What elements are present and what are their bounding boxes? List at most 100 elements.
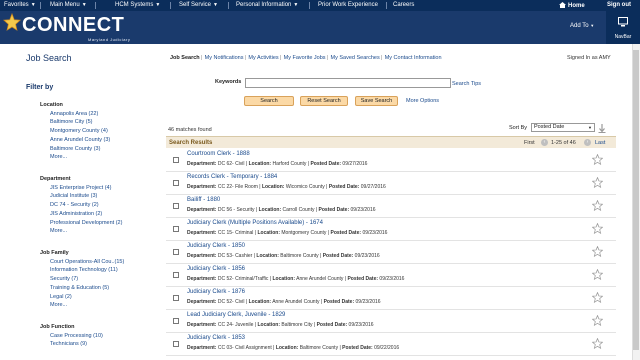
reset-search-button[interactable]: Reset Search bbox=[300, 96, 348, 106]
more-options-link[interactable]: More Options bbox=[406, 98, 439, 104]
favorite-star-icon[interactable] bbox=[592, 177, 603, 188]
breadcrumb-personal-information[interactable]: Personal Information ▼ bbox=[236, 2, 298, 8]
sort-icon[interactable] bbox=[598, 124, 606, 133]
navbar-button[interactable]: NavBar bbox=[606, 11, 640, 44]
favorite-star-icon[interactable] bbox=[592, 269, 603, 280]
facet-option[interactable]: Security (7) bbox=[40, 275, 124, 284]
facet-option[interactable]: Court Operations-All Cou..(15) bbox=[40, 258, 124, 267]
favorite-star-icon[interactable] bbox=[592, 223, 603, 234]
subnav-my-contact-information[interactable]: My Contact Information bbox=[385, 55, 442, 61]
facet-option[interactable]: Legal (2) bbox=[40, 293, 124, 302]
facet-more-link[interactable]: More... bbox=[40, 153, 110, 162]
favorite-star-icon[interactable] bbox=[592, 200, 603, 211]
result-checkbox[interactable] bbox=[173, 203, 179, 209]
facet-option[interactable]: JIS Administration (2) bbox=[40, 210, 122, 219]
filter-title: Filter by bbox=[26, 84, 54, 91]
job-title-link[interactable]: Judiciary Clerk - 1856 bbox=[187, 266, 245, 272]
facet-option[interactable]: Judicial Institute (3) bbox=[40, 192, 122, 201]
job-title-link[interactable]: Records Clerk - Temporary - 1884 bbox=[187, 174, 277, 180]
subnav-job-search[interactable]: Job Search bbox=[170, 55, 200, 61]
result-checkbox[interactable] bbox=[173, 157, 179, 163]
subnav-my-notifications[interactable]: My Notifications bbox=[205, 55, 244, 61]
department-value: DC 56 - Security bbox=[217, 207, 255, 213]
favorite-star-icon[interactable] bbox=[592, 246, 603, 257]
favorite-star-icon[interactable] bbox=[592, 338, 603, 349]
home-link[interactable]: Home bbox=[559, 2, 585, 9]
facet-option[interactable]: Professional Development (2) bbox=[40, 219, 122, 228]
result-checkbox[interactable] bbox=[173, 318, 179, 324]
app-logo: CONNECT bbox=[22, 14, 125, 36]
main-menu[interactable]: Main Menu ▼ bbox=[50, 2, 87, 8]
posted-date-value: 09/23/2016 bbox=[379, 276, 405, 282]
facet-job-family: Job Family Court Operations-All Cou..(15… bbox=[40, 250, 124, 310]
breadcrumb-prior-work-experience[interactable]: Prior Work Experience bbox=[318, 2, 378, 8]
location-value: Anne Arundel County bbox=[272, 299, 320, 305]
facet-option[interactable]: Training & Education (5) bbox=[40, 284, 124, 293]
facet-option[interactable]: Baltimore City (5) bbox=[40, 118, 110, 127]
favorite-star-icon[interactable] bbox=[592, 154, 603, 165]
facet-more-link[interactable]: More... bbox=[40, 301, 124, 310]
facet-option[interactable]: DC 74 - Security (2) bbox=[40, 201, 122, 210]
result-checkbox[interactable] bbox=[173, 180, 179, 186]
breadcrumb-self-service[interactable]: Self Service ▼ bbox=[179, 2, 218, 8]
location-label: Location: bbox=[256, 253, 279, 259]
facet-option[interactable]: Anne Arundel County (3) bbox=[40, 136, 110, 145]
facet-option[interactable]: Montgomery County (4) bbox=[40, 127, 110, 136]
save-search-button[interactable]: Save Search bbox=[355, 96, 398, 106]
keywords-input[interactable] bbox=[245, 78, 451, 88]
department-value: CC 24- Juvenile bbox=[217, 322, 254, 328]
result-checkbox[interactable] bbox=[173, 272, 179, 278]
sort-by-select[interactable]: Posted Date ▼ bbox=[531, 123, 595, 132]
facet-option[interactable]: JIS Enterprise Project (4) bbox=[40, 184, 122, 193]
job-meta: Department: DC 62- Civil | Location: Har… bbox=[187, 161, 368, 167]
add-to-menu[interactable]: Add To ▼ bbox=[570, 23, 594, 29]
posted-date-label: Posted Date: bbox=[328, 184, 360, 190]
job-title-link[interactable]: Lead Judiciary Clerk, Juvenile - 1829 bbox=[187, 312, 285, 318]
job-title-link[interactable]: Judiciary Clerk - 1853 bbox=[187, 335, 245, 341]
job-title-link[interactable]: Judiciary Clerk - 1850 bbox=[187, 243, 245, 249]
posted-date-value: 09/23/2016 bbox=[348, 322, 374, 328]
breadcrumb-careers[interactable]: Careers bbox=[393, 2, 414, 8]
facet-option[interactable]: Baltimore County (3) bbox=[40, 145, 110, 154]
facet-option[interactable]: Annapolis Area (22) bbox=[40, 110, 110, 119]
facet-option[interactable]: Information Technology (11) bbox=[40, 266, 124, 275]
pager-next-icon[interactable]: › bbox=[584, 139, 591, 146]
facet-option[interactable]: Technicians (9) bbox=[40, 340, 103, 349]
search-tips-link[interactable]: Search Tips bbox=[452, 81, 481, 87]
subnav-my-favorite-jobs[interactable]: My Favorite Jobs bbox=[284, 55, 326, 61]
job-title-link[interactable]: Judiciary Clerk (Multiple Positions Avai… bbox=[187, 220, 323, 226]
location-value: Baltimore County bbox=[280, 253, 319, 259]
breadcrumb-label: Self Service bbox=[179, 2, 212, 8]
pager-prev-icon[interactable]: ‹ bbox=[541, 139, 548, 146]
search-button[interactable]: Search bbox=[244, 96, 294, 106]
facet-more-link[interactable]: More... bbox=[40, 227, 122, 236]
breadcrumb-hcm-systems[interactable]: HCM Systems ▼ bbox=[115, 2, 160, 8]
chevron-down-icon: ▼ bbox=[293, 2, 299, 8]
pager-last[interactable]: Last bbox=[595, 140, 605, 146]
subnav-my-saved-searches[interactable]: My Saved Searches bbox=[331, 55, 380, 61]
facet-option[interactable]: Case Processing (10) bbox=[40, 332, 103, 341]
posted-date-value: 09/23/2016 bbox=[355, 299, 381, 305]
favorites-menu[interactable]: Favorites ▼ bbox=[4, 2, 36, 8]
result-checkbox[interactable] bbox=[173, 249, 179, 255]
chevron-down-icon: ▼ bbox=[590, 23, 595, 28]
facet-department: Department JIS Enterprise Project (4) Ju… bbox=[40, 176, 122, 236]
job-title-link[interactable]: Bailiff - 1880 bbox=[187, 197, 220, 203]
favorite-star-icon[interactable] bbox=[592, 315, 603, 326]
keywords-label: Keywords bbox=[215, 79, 242, 85]
subnav-my-activities[interactable]: My Activities bbox=[248, 55, 278, 61]
result-checkbox[interactable] bbox=[173, 341, 179, 347]
posted-date-label: Posted Date: bbox=[330, 230, 362, 236]
scrollbar-thumb[interactable] bbox=[633, 50, 639, 350]
result-checkbox[interactable] bbox=[173, 226, 179, 232]
department-value: CC 03- Civil Assignment bbox=[217, 345, 272, 351]
department-label: Department: bbox=[187, 184, 217, 190]
favorite-star-icon[interactable] bbox=[592, 292, 603, 303]
result-row: Judiciary Clerk - 1856 Department: DC 52… bbox=[166, 264, 616, 287]
job-title-link[interactable]: Judiciary Clerk - 1876 bbox=[187, 289, 245, 295]
job-title-link[interactable]: Courtroom Clerk - 1888 bbox=[187, 151, 250, 157]
sign-out-link[interactable]: Sign out bbox=[607, 2, 631, 8]
result-checkbox[interactable] bbox=[173, 295, 179, 301]
pager-first[interactable]: First bbox=[524, 140, 535, 146]
department-label: Department: bbox=[187, 322, 217, 328]
